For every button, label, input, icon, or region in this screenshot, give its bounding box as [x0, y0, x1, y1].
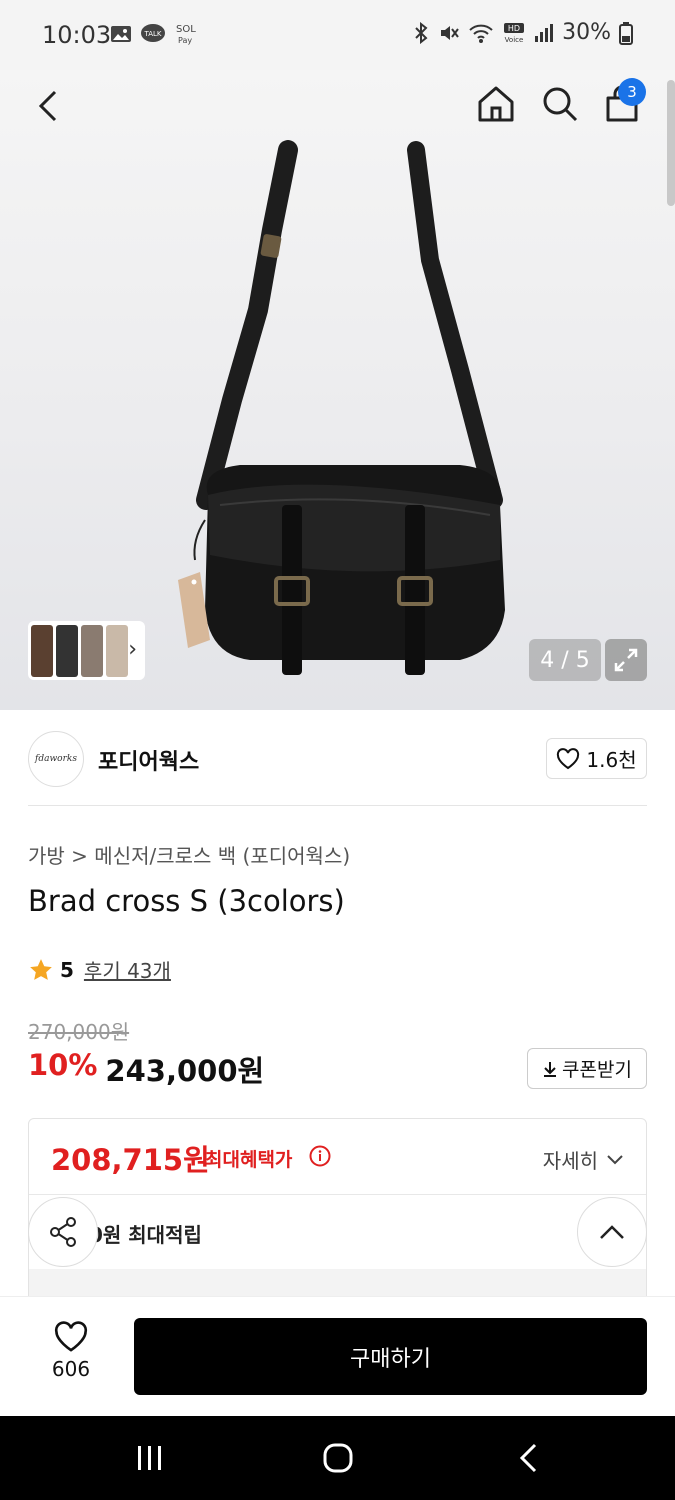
chevron-right-icon[interactable]: › — [128, 637, 137, 662]
product-image — [178, 140, 505, 675]
svg-text:Pay: Pay — [178, 36, 192, 45]
home-icon[interactable] — [476, 84, 516, 124]
signal-icon — [535, 23, 554, 42]
max-benefit-price: 208,715원 — [51, 1143, 210, 1177]
product-gallery[interactable]: 3 › 4 / 5 — [0, 70, 675, 710]
detail-label: 자세히 — [542, 1149, 598, 1173]
brand-like-count: 1.6천 — [586, 748, 637, 772]
price-row: 10% 243,000원 — [28, 1048, 264, 1090]
star-icon — [30, 958, 52, 980]
coupon-button[interactable]: 쿠폰받기 — [527, 1048, 647, 1089]
original-price: 270,000원 — [28, 1020, 130, 1044]
detail-toggle[interactable]: 자세히 — [543, 1145, 624, 1174]
breadcrumb-subcategory[interactable]: 메신저/크로스 백 (포디어웍스) — [94, 844, 350, 868]
discount-rate: 10% — [28, 1048, 98, 1082]
scroll-top-button[interactable] — [577, 1197, 647, 1267]
sol-pay-icon: SOLPay — [176, 24, 196, 45]
back-button-icon[interactable] — [510, 1438, 550, 1478]
info-icon[interactable] — [309, 1145, 331, 1167]
gallery-icon — [111, 26, 131, 42]
brand-row: fdaworks 포디어웍스 1.6천 — [28, 726, 647, 806]
thumbnail[interactable] — [56, 624, 78, 677]
wifi-icon — [469, 24, 493, 43]
thumbnail-strip[interactable]: › — [28, 621, 145, 680]
thumbnail[interactable] — [106, 624, 128, 677]
max-benefit-label: 최대혜택가 — [205, 1149, 293, 1171]
svg-text:HD: HD — [508, 24, 520, 33]
svg-text:Voice: Voice — [505, 36, 524, 44]
breadcrumb: 가방 > 메신저/크로스 백 (포디어웍스) — [28, 840, 350, 869]
battery-percent: 30% — [562, 20, 611, 45]
status-system-icons: HD Voice 30% — [412, 20, 633, 45]
system-nav-bar — [0, 1416, 675, 1500]
battery-icon — [619, 21, 633, 45]
status-bar: 10:03 TALK SOL Pay HD Voice 30% — [0, 0, 675, 70]
buy-button[interactable]: 구매하기 — [134, 1318, 647, 1395]
points-text: 0원 최대적립 — [89, 1223, 202, 1247]
product-title: Brad cross S (3colors) — [28, 884, 345, 918]
chevron-down-icon — [607, 1154, 623, 1164]
brand-like-button[interactable]: 1.6천 — [546, 738, 647, 779]
home-button-icon[interactable] — [318, 1438, 358, 1478]
brand-logo[interactable]: fdaworks — [28, 731, 84, 787]
bluetooth-icon — [415, 21, 428, 44]
heart-icon — [54, 1321, 88, 1352]
svg-text:SOL: SOL — [176, 24, 196, 35]
image-counter: 4 / 5 — [529, 639, 601, 681]
share-button[interactable] — [28, 1197, 98, 1267]
share-icon — [50, 1217, 76, 1247]
status-app-icons: TALK SOL Pay — [110, 22, 198, 46]
kakaotalk-icon: TALK — [141, 24, 165, 42]
thumbnail[interactable] — [81, 624, 103, 677]
purchase-bar: 606 구매하기 — [0, 1296, 675, 1416]
breadcrumb-separator: > — [71, 844, 88, 868]
expand-icon[interactable] — [605, 639, 647, 681]
back-icon[interactable] — [30, 86, 70, 126]
benefit-box: 208,715원 최대혜택가 자세히 0원 최대적립 — [28, 1118, 647, 1308]
svg-text:TALK: TALK — [143, 30, 161, 38]
search-icon[interactable] — [540, 84, 580, 124]
chevron-up-icon — [600, 1225, 624, 1239]
heart-icon — [557, 747, 580, 769]
rating-row: 5 후기 43개 — [28, 955, 171, 984]
recent-apps-icon[interactable] — [130, 1438, 170, 1478]
reviews-link[interactable]: 후기 43개 — [84, 955, 171, 984]
cart-count-badge: 3 — [618, 78, 646, 106]
rating-score: 5 — [60, 957, 74, 982]
scrollbar[interactable] — [667, 80, 675, 206]
sale-price: 243,000원 — [105, 1054, 265, 1088]
thumbnail[interactable] — [31, 624, 53, 677]
max-benefit-row[interactable]: 208,715원 최대혜택가 자세히 — [29, 1119, 646, 1195]
hd-voice-icon: HD Voice — [504, 22, 525, 44]
wish-button[interactable]: 606 — [36, 1321, 106, 1381]
mute-icon — [441, 25, 459, 40]
coupon-label: 쿠폰받기 — [562, 1059, 632, 1081]
breadcrumb-category[interactable]: 가방 — [28, 844, 65, 868]
status-time: 10:03 — [42, 21, 112, 49]
download-icon — [544, 1061, 557, 1077]
wish-count: 606 — [51, 1357, 91, 1381]
brand-name[interactable]: 포디어웍스 — [98, 744, 199, 776]
